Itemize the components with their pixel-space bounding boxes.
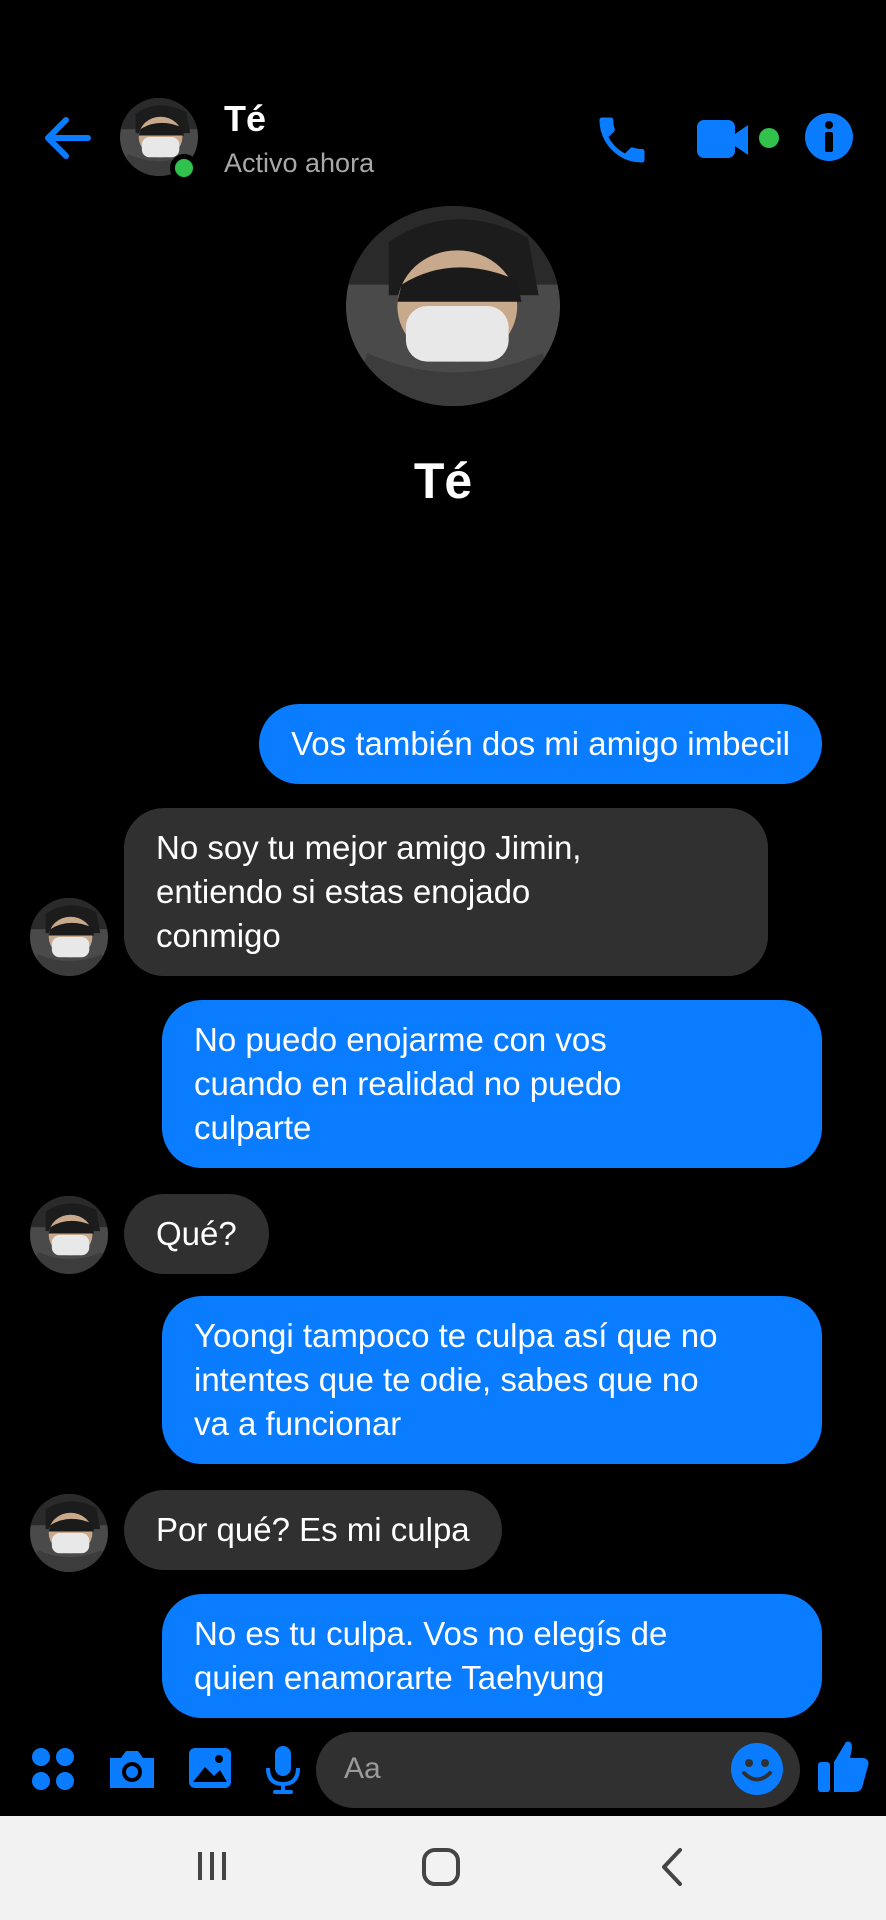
profile-photo[interactable]	[346, 206, 560, 406]
message-line: entiendo si estas enojado	[156, 873, 531, 910]
contact-status: Activo ahora	[224, 148, 375, 178]
apps-grid-icon[interactable]	[30, 1740, 76, 1801]
message-line: culparte	[194, 1109, 312, 1146]
message-text: Por qué? Es mi culpa	[156, 1511, 470, 1548]
sender-avatar[interactable]	[30, 1196, 108, 1274]
sender-avatar[interactable]	[30, 898, 108, 976]
system-navigation-bar	[0, 1816, 886, 1920]
home-icon[interactable]	[420, 1846, 462, 1893]
message-line: No es tu culpa. Vos no elegís de	[194, 1615, 668, 1652]
outgoing-message[interactable]: Vos también dos mi amigo imbecil	[259, 704, 822, 784]
outgoing-message[interactable]: No puedo enojarme con vos cuando en real…	[162, 1000, 822, 1168]
outgoing-message[interactable]: No es tu culpa. Vos no elegís de quien e…	[162, 1594, 822, 1718]
outgoing-message[interactable]: Yoongi tampoco te culpa así que no inten…	[162, 1296, 822, 1464]
message-line: intentes que te odie, sabes que no	[194, 1361, 699, 1398]
message-line: cuando en realidad no puedo	[194, 1065, 622, 1102]
profile-name: Té	[413, 453, 473, 509]
thumbs-up-icon[interactable]	[816, 1736, 870, 1801]
message-line: No soy tu mejor amigo Jimin,	[156, 829, 582, 866]
message-text: Qué?	[156, 1215, 237, 1252]
sender-avatar[interactable]	[30, 1494, 108, 1572]
message-text: Vos también dos mi amigo imbecil	[291, 725, 790, 762]
phone-icon[interactable]	[592, 110, 652, 170]
emoji-icon[interactable]	[730, 1742, 784, 1796]
message-line: quien enamorarte Taehyung	[194, 1659, 605, 1696]
back-icon[interactable]	[654, 1846, 690, 1893]
microphone-icon[interactable]	[262, 1740, 304, 1801]
recent-apps-icon[interactable]	[192, 1846, 232, 1891]
message-input[interactable]: Aa	[316, 1732, 800, 1808]
incoming-message[interactable]: Por qué? Es mi culpa	[124, 1490, 502, 1570]
message-line: va a funcionar	[194, 1405, 402, 1442]
message-line: Yoongi tampoco te culpa así que no	[194, 1317, 718, 1354]
incoming-message[interactable]: Qué?	[124, 1194, 269, 1274]
gallery-icon[interactable]	[186, 1740, 234, 1801]
video-camera-icon[interactable]	[694, 114, 784, 166]
contact-name[interactable]: Té	[224, 98, 266, 140]
online-indicator	[170, 154, 198, 182]
info-icon[interactable]	[802, 110, 856, 164]
incoming-message[interactable]: No soy tu mejor amigo Jimin, entiendo si…	[124, 808, 768, 976]
message-placeholder: Aa	[344, 1752, 381, 1785]
camera-icon[interactable]	[106, 1740, 158, 1801]
message-line: No puedo enojarme con vos	[194, 1021, 607, 1058]
message-line: conmigo	[156, 917, 281, 954]
back-arrow-icon[interactable]	[40, 110, 96, 166]
